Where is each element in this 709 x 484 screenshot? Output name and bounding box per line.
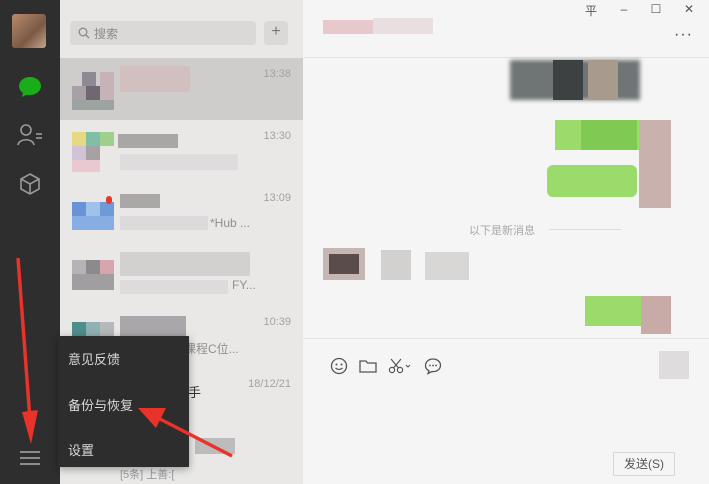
chat-time: 13:09 xyxy=(263,192,291,204)
chat-item[interactable]: 13:09 *Hub ... xyxy=(60,182,303,244)
chat-avatar xyxy=(72,130,114,172)
menu-icon[interactable] xyxy=(18,448,42,468)
contacts-icon[interactable] xyxy=(17,122,43,148)
menu-item-settings[interactable]: 设置 xyxy=(68,440,94,459)
chat-time: 13:30 xyxy=(263,130,291,142)
chat-panel: 平 – ☐ ✕ ··· 以下是新消息 发送(S) xyxy=(303,0,709,484)
new-messages-divider: 以下是新消息 xyxy=(469,225,535,237)
emoji-icon[interactable] xyxy=(328,355,350,377)
menu-item-backup-restore[interactable]: 备份与恢复 xyxy=(68,395,133,414)
scissors-icon[interactable] xyxy=(387,355,415,377)
chat-preview: [5条] 上善:[ xyxy=(120,469,175,481)
chat-avatar xyxy=(72,254,114,296)
message-input-area[interactable]: 发送(S) xyxy=(303,338,709,484)
chat-preview: *Hub ... xyxy=(210,216,251,230)
chat-preview: 课程C位... xyxy=(184,342,239,356)
chat-avatar xyxy=(72,192,114,234)
chat-item[interactable]: 13:30 xyxy=(60,120,303,182)
chat-time: 18/12/21 xyxy=(248,378,291,390)
add-chat-button[interactable]: + xyxy=(264,21,288,45)
chat-item[interactable]: 13:38 xyxy=(60,58,303,120)
chat-time: 13:38 xyxy=(263,68,291,80)
search-placeholder: 搜索 xyxy=(94,26,119,41)
folder-icon[interactable] xyxy=(357,355,379,377)
chat-icon[interactable] xyxy=(17,74,43,100)
search-input[interactable]: 搜索 xyxy=(70,21,256,45)
close-button[interactable]: ✕ xyxy=(676,2,702,16)
chat-header: 平 – ☐ ✕ ··· xyxy=(303,0,709,58)
minimize-button[interactable]: – xyxy=(611,2,637,16)
chat-title xyxy=(323,20,373,34)
chat-preview: FY... xyxy=(232,278,256,292)
chat-avatar xyxy=(72,68,114,110)
send-button[interactable]: 发送(S) xyxy=(613,452,675,476)
wechat-window: 搜索 + 13:38 13:30 13:09 *Hub ... FY... 10… xyxy=(0,0,709,484)
chat-bubble-icon[interactable] xyxy=(422,355,444,377)
search-icon xyxy=(78,27,90,39)
maximize-button[interactable]: ☐ xyxy=(643,2,669,16)
more-options-button[interactable]: ··· xyxy=(674,26,693,44)
left-sidebar xyxy=(0,0,60,484)
chat-preview: 手 xyxy=(188,385,202,400)
user-avatar[interactable] xyxy=(12,14,46,48)
pin-button[interactable]: 平 xyxy=(578,2,604,19)
chat-time: 10:39 xyxy=(263,316,291,328)
favorites-icon[interactable] xyxy=(17,171,43,197)
menu-item-feedback[interactable]: 意见反馈 xyxy=(68,349,120,368)
chat-item[interactable]: FY... xyxy=(60,244,303,306)
settings-popup-menu: 意见反馈 备份与恢复 设置 xyxy=(58,336,189,467)
